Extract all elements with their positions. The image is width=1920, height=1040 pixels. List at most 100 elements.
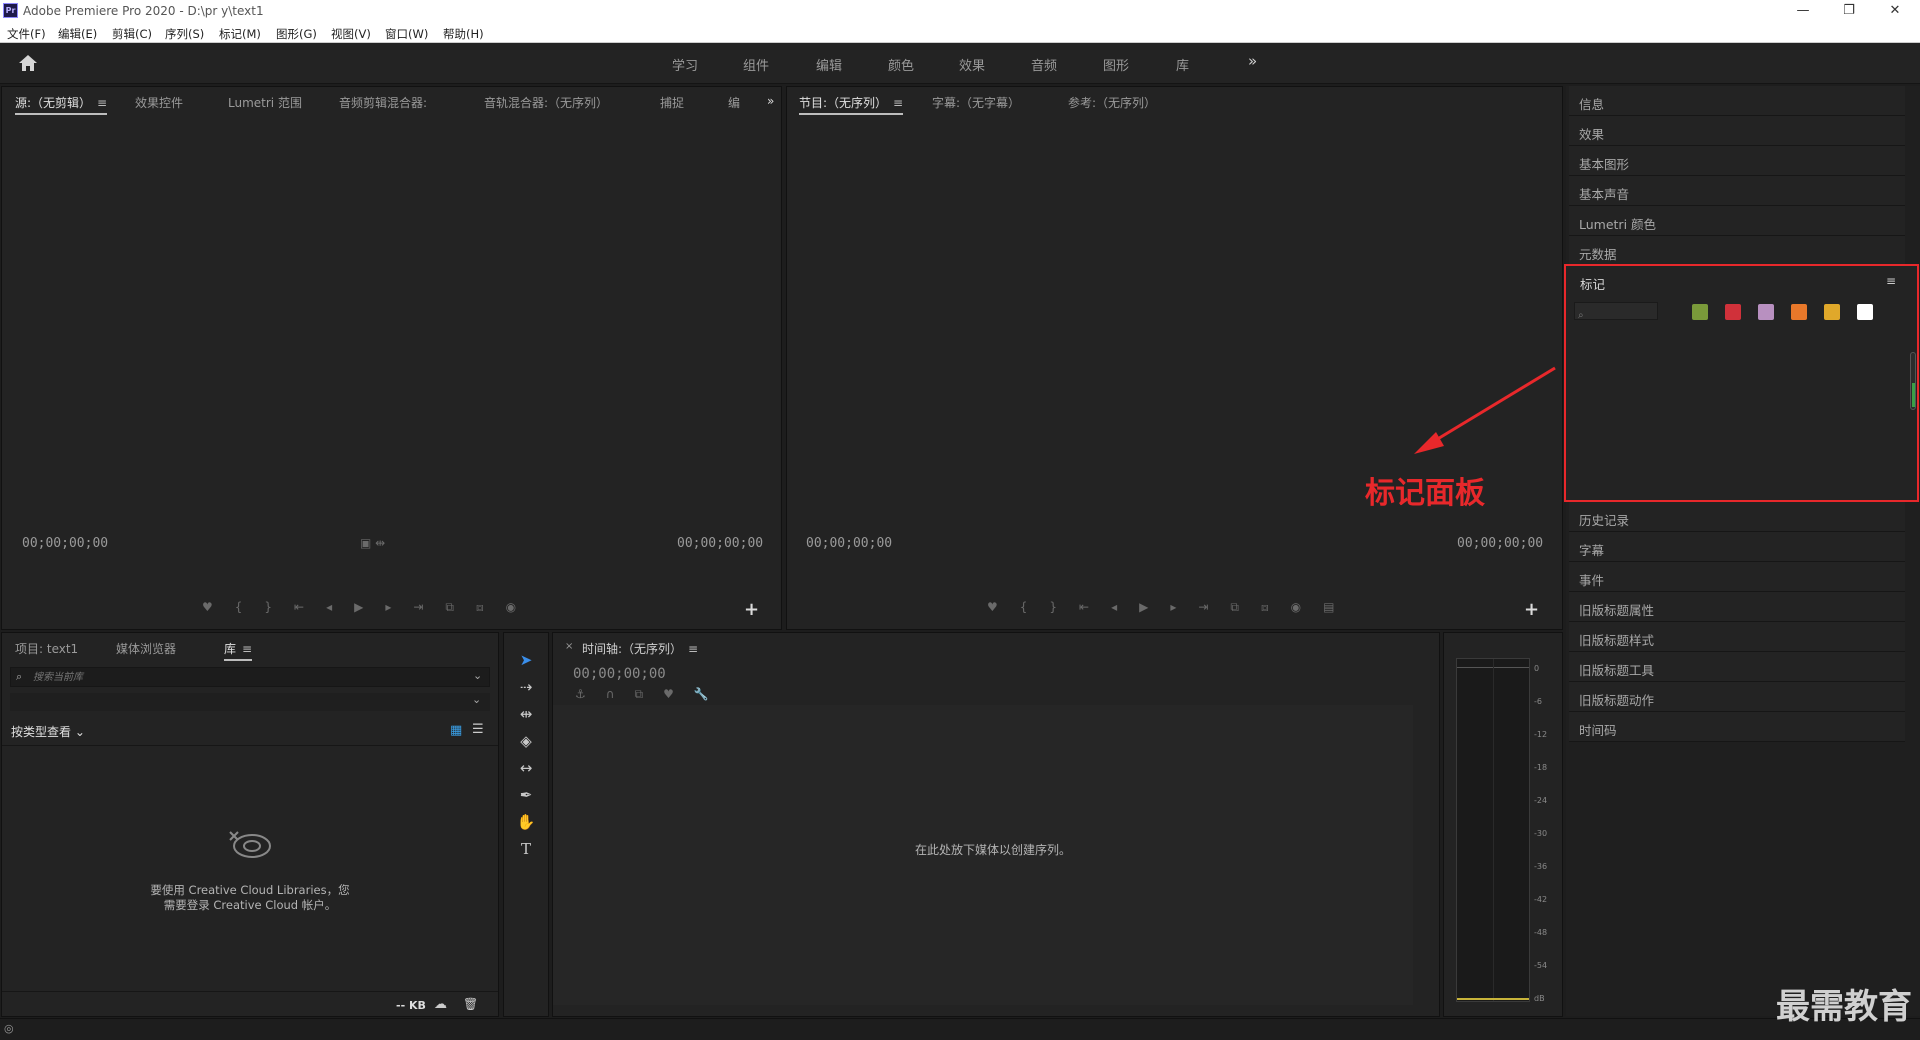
panel-metadata[interactable]: 元数据 bbox=[1569, 236, 1905, 266]
tab-reference[interactable]: 参考:（无序列） bbox=[1068, 94, 1156, 111]
source-button-editor-icon[interactable]: + bbox=[744, 599, 759, 620]
menu-sequence[interactable]: 序列(S) bbox=[165, 26, 204, 42]
panel-legacy-title-properties[interactable]: 旧版标题属性 bbox=[1569, 592, 1905, 622]
panel-info[interactable]: 信息 bbox=[1569, 86, 1905, 116]
chevron-down-icon[interactable]: ⌄ bbox=[472, 693, 481, 706]
panel-legacy-title-actions[interactable]: 旧版标题动作 bbox=[1569, 682, 1905, 712]
panel-events[interactable]: 事件 bbox=[1569, 562, 1905, 592]
source-settings-icon[interactable]: ▣ ⇹ bbox=[360, 536, 385, 550]
selection-tool-icon[interactable]: ➤ bbox=[515, 651, 537, 673]
workspace-tab-effects[interactable]: 效果 bbox=[959, 55, 985, 74]
right-scrollbar-thumb[interactable] bbox=[1912, 383, 1915, 407]
minimize-button[interactable]: — bbox=[1780, 2, 1826, 22]
slip-tool-icon[interactable]: ↔ bbox=[515, 759, 537, 781]
right-scrollbar[interactable] bbox=[1910, 352, 1916, 410]
library-search-input[interactable] bbox=[33, 670, 453, 684]
trash-icon[interactable]: 🗑 bbox=[463, 997, 478, 1011]
marker-color-orange-swatch[interactable] bbox=[1791, 304, 1807, 320]
menu-file[interactable]: 文件(F) bbox=[7, 26, 46, 42]
source-transport-controls[interactable]: ♥{}⇤◂▶▸⇥⧉⧈◉ bbox=[202, 600, 538, 615]
menu-marker[interactable]: 标记(M) bbox=[219, 26, 261, 42]
hand-tool-icon[interactable]: ✋ bbox=[515, 813, 537, 835]
tab-timeline[interactable]: 时间轴:（无序列） ≡ bbox=[582, 640, 698, 657]
menu-edit[interactable]: 编辑(E) bbox=[58, 26, 97, 42]
panel-menu-icon[interactable]: ≡ bbox=[242, 642, 252, 656]
workspace-tab-assembly[interactable]: 组件 bbox=[743, 55, 769, 74]
workspace-more-icon[interactable]: » bbox=[1248, 52, 1257, 70]
marker-color-rose-swatch[interactable] bbox=[1758, 304, 1774, 320]
tab-audio-clip-mixer[interactable]: 音频剪辑混合器: bbox=[339, 94, 427, 111]
panel-effects[interactable]: 效果 bbox=[1569, 116, 1905, 146]
program-button-editor-icon[interactable]: + bbox=[1524, 599, 1539, 620]
panel-timecode[interactable]: 时间码 bbox=[1569, 712, 1905, 742]
markers-search-input[interactable]: ⌕ bbox=[1574, 302, 1658, 321]
tab-libraries[interactable]: 库 ≡ bbox=[224, 640, 253, 661]
timeline-timecode[interactable]: 00;00;00;00 bbox=[573, 666, 666, 682]
tab-media-browser[interactable]: 媒体浏览器 bbox=[116, 640, 176, 657]
workspace-tab-graphics[interactable]: 图形 bbox=[1103, 55, 1129, 74]
panel-menu-icon[interactable]: ≡ bbox=[97, 96, 107, 110]
markers-panel-menu-icon[interactable]: ≡ bbox=[1886, 274, 1896, 288]
close-icon[interactable]: × bbox=[565, 641, 573, 652]
menu-view[interactable]: 视图(V) bbox=[331, 26, 371, 42]
panel-menu-icon[interactable]: ≡ bbox=[893, 96, 903, 110]
menu-help[interactable]: 帮助(H) bbox=[443, 26, 484, 42]
tab-project[interactable]: 项目: text1 bbox=[15, 640, 78, 657]
razor-tool-icon[interactable]: ◈ bbox=[515, 732, 537, 754]
panel-essential-sound[interactable]: 基本声音 bbox=[1569, 176, 1905, 206]
divider bbox=[2, 991, 498, 992]
wrench-icon[interactable]: 🔧 bbox=[694, 687, 729, 701]
panel-legacy-title-tools[interactable]: 旧版标题工具 bbox=[1569, 652, 1905, 682]
menu-clip[interactable]: 剪辑(C) bbox=[112, 26, 152, 42]
panel-history[interactable]: 历史记录 bbox=[1569, 502, 1905, 532]
pen-tool-icon[interactable]: ✒ bbox=[515, 786, 537, 808]
menu-bar: 文件(F) 编辑(E) 剪辑(C) 序列(S) 标记(M) 图形(G) 视图(V… bbox=[0, 24, 1920, 43]
home-icon[interactable] bbox=[17, 53, 39, 73]
chevron-down-icon[interactable]: ⌄ bbox=[473, 669, 482, 682]
panel-legacy-title-styles[interactable]: 旧版标题样式 bbox=[1569, 622, 1905, 652]
panel-captions[interactable]: 字幕 bbox=[1569, 532, 1905, 562]
panel-more-icon[interactable]: » bbox=[767, 94, 774, 108]
tab-audio-track-mixer[interactable]: 音轨混合器:（无序列） bbox=[484, 94, 608, 111]
tab-source[interactable]: 源:（无剪辑） ≡ bbox=[15, 94, 108, 115]
panel-essential-graphics[interactable]: 基本图形 bbox=[1569, 146, 1905, 176]
restore-button[interactable]: ❐ bbox=[1826, 2, 1872, 22]
tab-capture[interactable]: 捕捉 bbox=[660, 94, 684, 111]
workspace-tab-editing[interactable]: 编辑 bbox=[816, 55, 842, 74]
tab-program[interactable]: 节目:（无序列） ≡ bbox=[799, 94, 904, 115]
workspace-tab-libraries[interactable]: 库 bbox=[1176, 55, 1189, 74]
tab-edit-to-tape[interactable]: 编 bbox=[728, 94, 740, 111]
workspace-tab-audio[interactable]: 音频 bbox=[1031, 55, 1057, 74]
close-button[interactable]: ✕ bbox=[1872, 2, 1918, 22]
library-search-box[interactable]: ⌕ ⌄ bbox=[10, 667, 490, 687]
marker-color-yellow-swatch[interactable] bbox=[1824, 304, 1840, 320]
meter-tick-36: -36 bbox=[1534, 862, 1548, 871]
workspace-tab-color[interactable]: 颜色 bbox=[888, 55, 914, 74]
panel-menu-icon[interactable]: ≡ bbox=[688, 642, 698, 656]
ripple-edit-tool-icon[interactable]: ⇹ bbox=[515, 705, 537, 727]
grid-view-icon[interactable]: ▦ bbox=[450, 723, 462, 738]
cc-message-line-2: 需要登录 Creative Cloud 帐户。 bbox=[163, 898, 337, 912]
background-render-icon[interactable]: ◎ bbox=[4, 1022, 14, 1035]
marker-color-red-swatch[interactable] bbox=[1725, 304, 1741, 320]
panel-lumetri-color[interactable]: Lumetri 颜色 bbox=[1569, 206, 1905, 236]
search-icon: ⌕ bbox=[1578, 310, 1584, 321]
view-by-dropdown[interactable]: 按类型查看 ⌄ bbox=[11, 723, 85, 740]
timeline-toolbar[interactable]: ⚓∩⧉♥🔧 bbox=[575, 687, 729, 702]
library-select[interactable]: ⌄ bbox=[10, 693, 490, 711]
source-timecode-current[interactable]: 00;00;00;00 bbox=[22, 536, 108, 551]
tab-effect-controls[interactable]: 效果控件 bbox=[135, 94, 183, 111]
menu-graphics[interactable]: 图形(G) bbox=[276, 26, 317, 42]
tab-lumetri-scopes[interactable]: Lumetri 范围 bbox=[228, 94, 302, 111]
workspace-tab-learn[interactable]: 学习 bbox=[672, 55, 698, 74]
menu-window[interactable]: 窗口(W) bbox=[385, 26, 428, 42]
tab-captions[interactable]: 字幕:（无字幕） bbox=[932, 94, 1020, 111]
cloud-sync-icon[interactable]: ☁ bbox=[434, 997, 447, 1012]
track-select-tool-icon[interactable]: ⇢ bbox=[515, 678, 537, 700]
program-transport-controls[interactable]: ♥{}⇤◂▶▸⇥⧉⧈◉▤ bbox=[987, 600, 1356, 615]
program-timecode-current[interactable]: 00;00;00;00 bbox=[806, 536, 892, 551]
list-view-icon[interactable]: ☰ bbox=[472, 722, 484, 737]
marker-color-green-swatch[interactable] bbox=[1692, 304, 1708, 320]
marker-color-white-swatch[interactable] bbox=[1857, 304, 1873, 320]
type-tool-icon[interactable]: T bbox=[515, 840, 537, 862]
